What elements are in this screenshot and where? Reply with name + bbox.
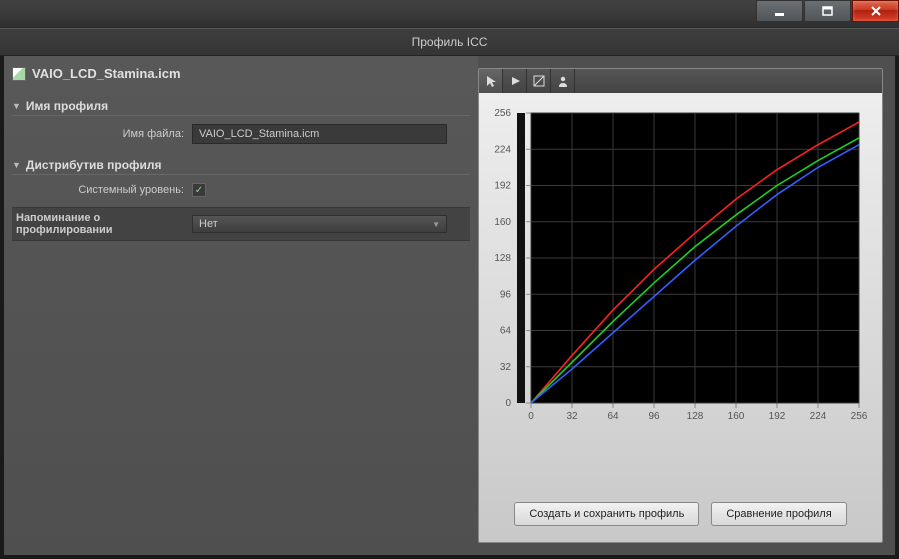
reminder-label: Напоминание о профилировании [12,212,192,236]
svg-text:128: 128 [494,253,511,264]
collapse-icon: ▼ [12,160,21,170]
chart-svg: 0 32 64 96 128 160 192 224 256 0 32 64 96 128 160 192 22… [489,105,869,435]
svg-text:224: 224 [494,144,511,155]
svg-text:0: 0 [505,398,511,409]
person-icon [556,74,570,88]
tool-pointer[interactable] [479,69,503,93]
svg-text:0: 0 [528,411,534,422]
svg-text:32: 32 [500,362,512,373]
svg-text:128: 128 [687,411,704,422]
file-header: VAIO_LCD_Stamina.icm [12,66,470,81]
system-level-label: Системный уровень: [12,184,192,196]
svg-text:192: 192 [494,181,511,192]
chevron-down-icon: ▼ [432,220,440,229]
section-label: Дистрибутив профиля [26,158,162,172]
svg-text:224: 224 [810,411,827,422]
tool-person[interactable] [551,69,575,93]
row-system-level: Системный уровень: ✓ [12,183,470,197]
maximize-button[interactable] [804,0,851,22]
svg-text:160: 160 [728,411,745,422]
create-save-button[interactable]: Создать и сохранить профиль [514,502,699,526]
left-pane: VAIO_LCD_Stamina.icm ▼ Имя профиля Имя ф… [4,56,478,555]
section-profile-name[interactable]: ▼ Имя профиля [12,99,470,116]
window-subtitle: Профиль ICC [0,29,899,56]
minimize-button[interactable] [756,0,803,22]
chart-area: 0 32 64 96 128 160 192 224 256 0 32 64 96 128 160 192 22… [479,93,882,490]
file-name: VAIO_LCD_Stamina.icm [32,66,181,81]
reminder-dropdown[interactable]: Нет ▼ [192,215,447,233]
system-level-checkbox[interactable]: ✓ [192,183,206,197]
row-file-name: Имя файла: [12,124,470,144]
file-name-input[interactable] [192,124,447,144]
section-distribution[interactable]: ▼ Дистрибутив профиля [12,158,470,175]
right-pane: 0 32 64 96 128 160 192 224 256 0 32 64 96 128 160 192 22… [478,68,883,543]
tool-curve[interactable] [527,69,551,93]
svg-text:64: 64 [607,411,619,422]
svg-text:96: 96 [500,289,512,300]
svg-text:64: 64 [500,326,512,337]
section-label: Имя профиля [26,99,108,113]
file-name-label: Имя файла: [12,128,192,140]
svg-text:256: 256 [851,411,868,422]
close-button[interactable] [852,0,899,22]
svg-text:256: 256 [494,108,511,119]
svg-text:32: 32 [566,411,578,422]
minimize-icon [774,6,785,17]
titlebar [0,0,899,29]
curve-icon [532,74,546,88]
svg-text:160: 160 [494,217,511,228]
content-area: VAIO_LCD_Stamina.icm ▼ Имя профиля Имя ф… [4,56,895,555]
bottom-buttons: Создать и сохранить профиль Сравнение пр… [479,490,882,542]
close-icon [870,5,882,17]
svg-text:96: 96 [648,411,660,422]
maximize-icon [822,6,833,17]
play-icon [508,74,522,88]
svg-text:192: 192 [769,411,786,422]
row-reminder: Напоминание о профилировании Нет ▼ [12,207,470,241]
tool-play[interactable] [503,69,527,93]
file-icon [12,67,26,81]
chart-toolbar [479,69,882,93]
pointer-icon [484,74,498,88]
compare-button[interactable]: Сравнение профиля [711,502,846,526]
collapse-icon: ▼ [12,101,21,111]
dropdown-value: Нет [199,218,218,230]
